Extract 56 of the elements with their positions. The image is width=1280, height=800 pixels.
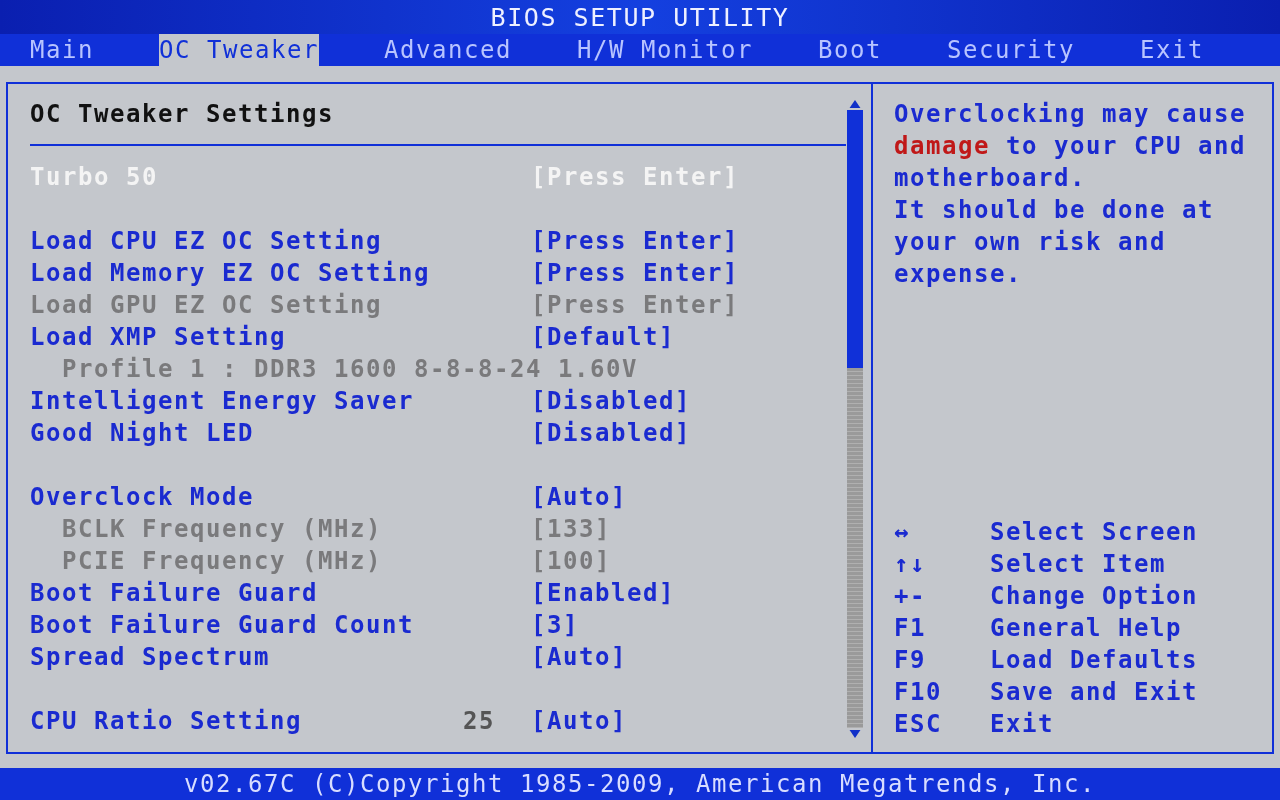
setting-label[interactable]: Overclock Mode: [30, 481, 254, 513]
menu-tab[interactable]: Advanced: [384, 34, 512, 66]
setting-value[interactable]: [Auto]: [531, 705, 627, 737]
setting-label: PCIE Frequency (MHz): [61, 546, 382, 577]
key-label: ↔: [894, 517, 911, 548]
menu-tab[interactable]: H/W Monitor: [577, 34, 753, 66]
window-title: BIOS SETUP UTILITY: [490, 2, 790, 32]
setting-label[interactable]: CPU Ratio Setting: [30, 705, 302, 737]
setting-value[interactable]: [Disabled]: [531, 385, 691, 417]
setting-label[interactable]: Load Memory EZ OC Setting: [30, 257, 430, 289]
setting-value: [Press Enter]: [531, 290, 739, 321]
setting-value: [133]: [531, 514, 611, 545]
key-action: Select Screen: [990, 517, 1198, 548]
panel-title: OC Tweaker Settings: [30, 99, 335, 130]
setting-value: [100]: [531, 546, 611, 577]
menu-tab[interactable]: Exit: [1140, 34, 1204, 66]
key-action: Exit: [990, 709, 1054, 740]
setting-reading: 25: [463, 706, 495, 737]
menu-tab[interactable]: OC Tweaker: [159, 34, 319, 66]
setting-label[interactable]: Intelligent Energy Saver: [30, 385, 414, 417]
key-label: +-: [894, 581, 927, 612]
setting-label[interactable]: Load CPU EZ OC Setting: [30, 225, 382, 257]
key-action: Save and Exit: [990, 677, 1198, 708]
key-label: ↑↓: [894, 549, 927, 580]
scroll-thumb[interactable]: [847, 110, 863, 368]
setting-label[interactable]: Spread Spectrum: [30, 641, 270, 673]
setting-label[interactable]: Load XMP Setting: [30, 321, 286, 353]
setting-label: BCLK Frequency (MHz): [61, 514, 382, 545]
setting-label[interactable]: Good Night LED: [30, 417, 254, 449]
help-text: It should be done at your own risk and expense.: [894, 195, 1215, 290]
key-label: F9: [894, 645, 927, 676]
copyright-text: v02.67C (C)Copyright 1985-2009, American Megatrends, Inc.: [184, 770, 1096, 798]
key-action: Select Item: [990, 549, 1166, 580]
menu-tab[interactable]: Boot: [818, 34, 882, 66]
key-label: ESC: [894, 709, 943, 740]
setting-value[interactable]: [Auto]: [531, 641, 627, 673]
setting-value[interactable]: [Disabled]: [531, 417, 691, 449]
key-label: F10: [894, 677, 943, 708]
scroll-bar[interactable]: [846, 98, 864, 740]
key-action: General Help: [990, 613, 1182, 644]
key-action: Change Option: [990, 581, 1198, 612]
setting-label: Load GPU EZ OC Setting: [30, 290, 382, 321]
key-action: Load Defaults: [990, 645, 1198, 676]
setting-value[interactable]: [Default]: [531, 321, 675, 353]
setting-label[interactable]: Boot Failure Guard: [30, 577, 318, 609]
setting-value[interactable]: [Press Enter]: [531, 225, 739, 257]
setting-value[interactable]: [Auto]: [531, 481, 627, 513]
setting-value[interactable]: [Enabled]: [531, 577, 675, 609]
setting-value[interactable]: [3]: [531, 609, 579, 641]
help-text: Overclocking may cause damage to your CPU and motherboard.: [894, 99, 1247, 194]
setting-value[interactable]: [Press Enter]: [531, 257, 739, 289]
menu-tab[interactable]: Main: [30, 34, 94, 66]
setting-label: Profile 1 : DDR3 1600 8-8-8-24 1.60V: [61, 354, 638, 385]
key-label: F1: [894, 613, 927, 644]
setting-label[interactable]: Boot Failure Guard Count: [30, 609, 414, 641]
menu-tab[interactable]: Security: [947, 34, 1075, 66]
